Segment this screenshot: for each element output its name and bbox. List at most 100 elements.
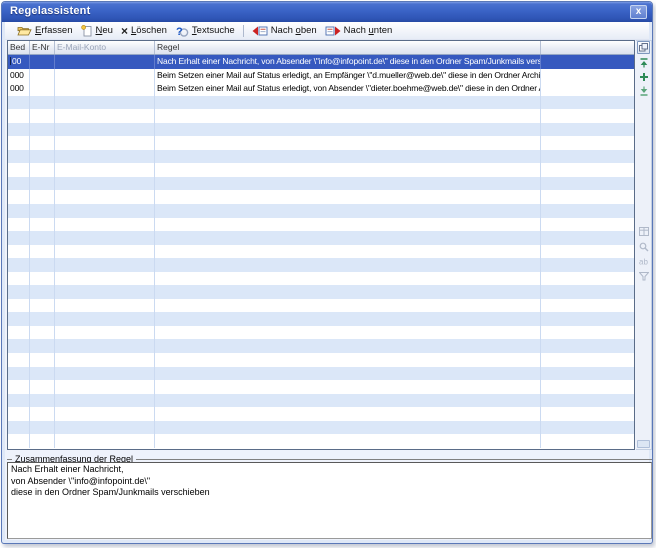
empty-row[interactable] <box>8 177 634 191</box>
empty-row[interactable] <box>8 339 634 353</box>
cell <box>8 272 30 286</box>
empty-row[interactable] <box>8 218 634 232</box>
empty-row[interactable] <box>8 190 634 204</box>
title-bar[interactable]: Regelassistent x <box>2 2 652 22</box>
grid-body: 00 Nach Erhalt einer Nachricht, von Absen… <box>8 55 634 448</box>
cell <box>155 380 541 394</box>
text-format-icon[interactable]: ab <box>639 257 649 267</box>
rule-row[interactable]: 000Beim Setzen einer Mail auf Status erl… <box>8 82 634 96</box>
column-header-e-nr[interactable]: E-Nr <box>30 41 55 54</box>
cell <box>55 231 155 245</box>
grid-view-icon[interactable] <box>639 227 649 237</box>
column-options-button[interactable] <box>637 41 650 54</box>
svg-text:ab: ab <box>639 258 648 267</box>
cell <box>541 150 634 164</box>
insert-top-icon[interactable] <box>639 58 649 68</box>
cell: Nach Erhalt einer Nachricht, von Absende… <box>155 55 541 69</box>
close-button[interactable]: x <box>630 5 647 19</box>
empty-row[interactable] <box>8 380 634 394</box>
column-header-e-mail-konto[interactable]: E-Mail-Konto <box>55 41 155 54</box>
empty-row[interactable] <box>8 285 634 299</box>
empty-row[interactable] <box>8 231 634 245</box>
textsuche-button[interactable]: ? Textsuche <box>171 24 239 38</box>
cell <box>30 96 55 110</box>
cell <box>541 55 634 69</box>
cell <box>55 109 155 123</box>
empty-row[interactable] <box>8 204 634 218</box>
cell <box>55 407 155 421</box>
empty-row[interactable] <box>8 258 634 272</box>
cell <box>55 177 155 191</box>
column-header-bed[interactable]: Bed <box>8 41 30 54</box>
erfassen-label: Erfassen <box>35 25 73 36</box>
cell <box>30 231 55 245</box>
empty-row[interactable] <box>8 407 634 421</box>
cell <box>8 96 30 110</box>
empty-row[interactable] <box>8 136 634 150</box>
cell <box>30 434 55 448</box>
empty-row[interactable] <box>8 434 634 448</box>
neu-button[interactable]: Neu <box>77 24 117 38</box>
cell <box>155 96 541 110</box>
empty-row[interactable] <box>8 123 634 137</box>
cell <box>30 218 55 232</box>
empty-row[interactable] <box>8 367 634 381</box>
empty-row[interactable] <box>8 163 634 177</box>
cell <box>541 245 634 259</box>
empty-row[interactable] <box>8 272 634 286</box>
empty-row[interactable] <box>8 326 634 340</box>
cell <box>155 299 541 313</box>
cell <box>30 326 55 340</box>
cell: Beim Setzen einer Mail auf Status erledi… <box>155 69 541 83</box>
rule-row[interactable]: 000Beim Setzen einer Mail auf Status erl… <box>8 69 634 83</box>
add-row-icon[interactable] <box>639 72 649 82</box>
cell <box>55 245 155 259</box>
cell <box>30 190 55 204</box>
cell <box>55 380 155 394</box>
cell <box>55 421 155 435</box>
nach-unten-button[interactable]: Nach unten <box>321 24 397 37</box>
column-header-blank[interactable] <box>541 41 634 54</box>
loeschen-button[interactable]: × Löschen <box>117 24 171 37</box>
cell <box>155 353 541 367</box>
empty-row[interactable] <box>8 109 634 123</box>
cell <box>8 312 30 326</box>
empty-row[interactable] <box>8 96 634 110</box>
cell <box>55 123 155 137</box>
cell <box>8 407 30 421</box>
rules-grid: BedE-NrE-Mail-KontoRegel 00 Nach Erhalt e… <box>7 40 635 450</box>
search-icon[interactable] <box>639 242 649 252</box>
erfassen-button[interactable]: Erfassen <box>13 24 77 37</box>
cell <box>55 312 155 326</box>
scroll-corner <box>637 440 650 448</box>
cell <box>8 136 30 150</box>
column-header-regel[interactable]: Regel <box>155 41 541 54</box>
empty-row[interactable] <box>8 150 634 164</box>
cell <box>8 231 30 245</box>
cell <box>55 367 155 381</box>
cell <box>8 421 30 435</box>
cell: 00 <box>8 55 30 69</box>
new-page-icon <box>81 25 93 37</box>
cell <box>541 285 634 299</box>
empty-row[interactable] <box>8 421 634 435</box>
empty-row[interactable] <box>8 299 634 313</box>
cell <box>541 312 634 326</box>
cell <box>8 190 30 204</box>
cell <box>30 394 55 408</box>
cell <box>30 272 55 286</box>
cell <box>8 285 30 299</box>
filter-icon[interactable] <box>639 272 649 282</box>
empty-row[interactable] <box>8 312 634 326</box>
nach-oben-button[interactable]: Nach oben <box>248 24 321 37</box>
empty-row[interactable] <box>8 245 634 259</box>
empty-row[interactable] <box>8 353 634 367</box>
empty-row[interactable] <box>8 394 634 408</box>
cell <box>30 109 55 123</box>
cell <box>30 285 55 299</box>
insert-bottom-icon[interactable] <box>639 86 649 96</box>
question-search-icon: ? <box>175 25 189 37</box>
rule-row[interactable]: 00 Nach Erhalt einer Nachricht, von Absen… <box>8 55 634 69</box>
cell: 000 <box>8 82 30 96</box>
cell <box>541 421 634 435</box>
